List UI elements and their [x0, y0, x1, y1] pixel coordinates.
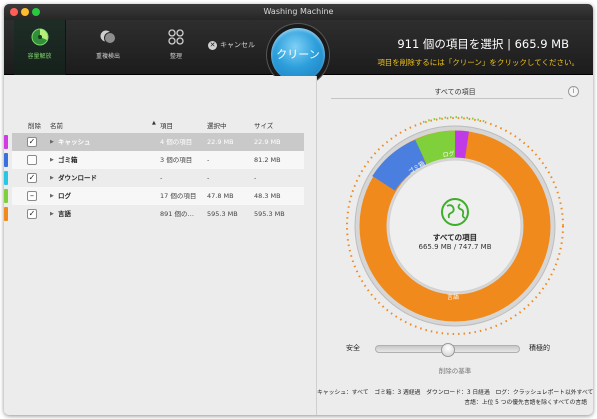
table-row[interactable]: ✓ ▶ ダウンロード - - -	[4, 169, 304, 187]
segment-cache[interactable]	[454, 130, 469, 159]
criteria-slider[interactable]	[375, 343, 520, 357]
chart-center-value: 665.9 MB / 747.7 MB	[418, 243, 492, 251]
slider-label-aggressive: 積極的	[529, 344, 550, 352]
category-color-bar	[4, 171, 8, 185]
tab-disk-space-label: 容量解放	[27, 53, 52, 60]
row-items: 3 個の項目	[160, 156, 193, 164]
usage-ring-chart: ゴミ箱 ログ 言語	[346, 116, 564, 335]
row-items: 17 個の項目	[160, 192, 197, 200]
row-selected: 22.9 MB	[207, 138, 234, 146]
table-header: 削除 名前 ▲ 項目 選択中 サイズ	[4, 120, 304, 132]
visualization-pane: すべての項目 i ゴミ箱 ログ 言語 すべての項目 665.9 MB / 747…	[317, 76, 593, 415]
table-row[interactable]: – ▶ ログ 17 個の項目 47.8 MB 48.3 MB	[4, 187, 304, 205]
row-name: ダウンロード	[58, 174, 97, 182]
row-selected: 47.8 MB	[207, 192, 234, 200]
section-title: すべての項目	[434, 88, 476, 96]
column-header-items[interactable]: 項目	[160, 120, 173, 130]
row-checkbox[interactable]: –	[27, 191, 37, 201]
table-row[interactable]: ▶ ゴミ箱 3 個の項目 - 81.2 MB	[4, 151, 304, 169]
slider-caption: 削除の基準	[438, 367, 472, 375]
slider-label-safe: 安全	[346, 344, 360, 352]
row-selected: -	[207, 156, 210, 164]
category-color-bar	[4, 189, 8, 203]
segment-languages-label: 言語	[447, 293, 459, 301]
tab-organize-label: 整理	[169, 53, 182, 60]
tab-organize[interactable]: 整理	[150, 20, 202, 75]
tab-duplicates[interactable]: 重複検出	[82, 20, 134, 75]
row-name: 言語	[58, 210, 71, 218]
tab-duplicates-label: 重複検出	[95, 53, 120, 60]
row-size: 81.2 MB	[254, 156, 281, 164]
duplicates-icon	[100, 30, 116, 44]
criteria-slider-row: 安全 積極的	[317, 340, 593, 360]
row-items: 4 個の項目	[160, 138, 193, 146]
sort-ascending-icon: ▲	[152, 120, 156, 126]
category-color-bar	[4, 207, 8, 221]
criteria-legend-line-2: 言語：上位 5 つの優先言語を除くすべての言語	[464, 400, 587, 406]
cancel-icon: ✕	[208, 40, 217, 50]
column-header-name[interactable]: 名前	[50, 120, 63, 130]
table-row[interactable]: ✓ ▶ キャッシュ 4 個の項目 22.9 MB 22.9 MB	[4, 133, 304, 151]
window-title: Washing Machine	[263, 7, 334, 16]
column-header-delete[interactable]: 削除	[28, 120, 41, 130]
cancel-label: キャンセル	[220, 41, 255, 49]
row-size: -	[254, 174, 257, 182]
row-items: 891 個の…	[160, 210, 194, 218]
column-header-selected[interactable]: 選択中	[207, 120, 227, 130]
info-button[interactable]: i	[568, 86, 579, 97]
segment-logs-label: ログ	[442, 149, 455, 159]
clean-button[interactable]: クリーン	[271, 28, 325, 82]
chart-center-title: すべての項目	[432, 233, 478, 242]
slider-knob[interactable]	[440, 343, 455, 357]
disclosure-triangle-icon[interactable]: ▶	[50, 133, 54, 151]
disclosure-triangle-icon[interactable]: ▶	[50, 205, 54, 223]
row-size: 48.3 MB	[254, 192, 281, 200]
app-window: Washing Machine 容量解放 重複検出 整理 ✕ キャンセル 911…	[4, 4, 593, 415]
title-bar: Washing Machine	[4, 4, 593, 20]
row-name: ゴミ箱	[58, 156, 78, 164]
criteria-legend-line-1: キャッシュ：すべて ゴミ箱：3 週経過 ダウンロード：3 日経過 ログ：クラッシ…	[317, 390, 593, 396]
column-header-size[interactable]: サイズ	[254, 120, 273, 130]
category-list-pane: 削除 名前 ▲ 項目 選択中 サイズ ✓ ▶ キャッシュ 4 個の項目 22.9…	[4, 76, 316, 415]
row-checkbox[interactable]: ✓	[27, 173, 37, 183]
row-checkbox[interactable]: ✓	[27, 209, 37, 219]
row-checkbox[interactable]: ✓	[27, 137, 37, 147]
section-divider	[331, 98, 563, 99]
organize-icon	[168, 29, 184, 45]
disclosure-triangle-icon[interactable]: ▶	[50, 169, 54, 187]
row-items: -	[160, 174, 163, 182]
category-color-bar	[4, 135, 8, 149]
row-checkbox[interactable]	[27, 155, 37, 165]
cancel-button[interactable]: ✕ キャンセル	[208, 40, 255, 50]
dotted-ring-highlight	[422, 116, 488, 123]
selection-summary: 911 個の項目を選択 | 665.9 MB	[397, 37, 569, 51]
table-row[interactable]: ✓ ▶ 言語 891 個の… 595.3 MB 595.3 MB	[4, 205, 304, 223]
row-name: ログ	[58, 192, 71, 200]
row-selected: -	[207, 174, 210, 182]
tab-disk-space[interactable]: 容量解放	[14, 20, 66, 75]
row-name: キャッシュ	[58, 138, 91, 146]
category-color-bar	[4, 153, 8, 167]
row-selected: 595.3 MB	[207, 210, 238, 218]
disclosure-triangle-icon[interactable]: ▶	[50, 151, 54, 169]
disclosure-triangle-icon[interactable]: ▶	[50, 187, 54, 205]
row-size: 595.3 MB	[254, 210, 285, 218]
selection-hint: 項目を削除するには「クリーン」をクリックしてください。	[377, 58, 579, 67]
row-size: 22.9 MB	[254, 138, 281, 146]
disk-space-icon	[31, 28, 49, 46]
